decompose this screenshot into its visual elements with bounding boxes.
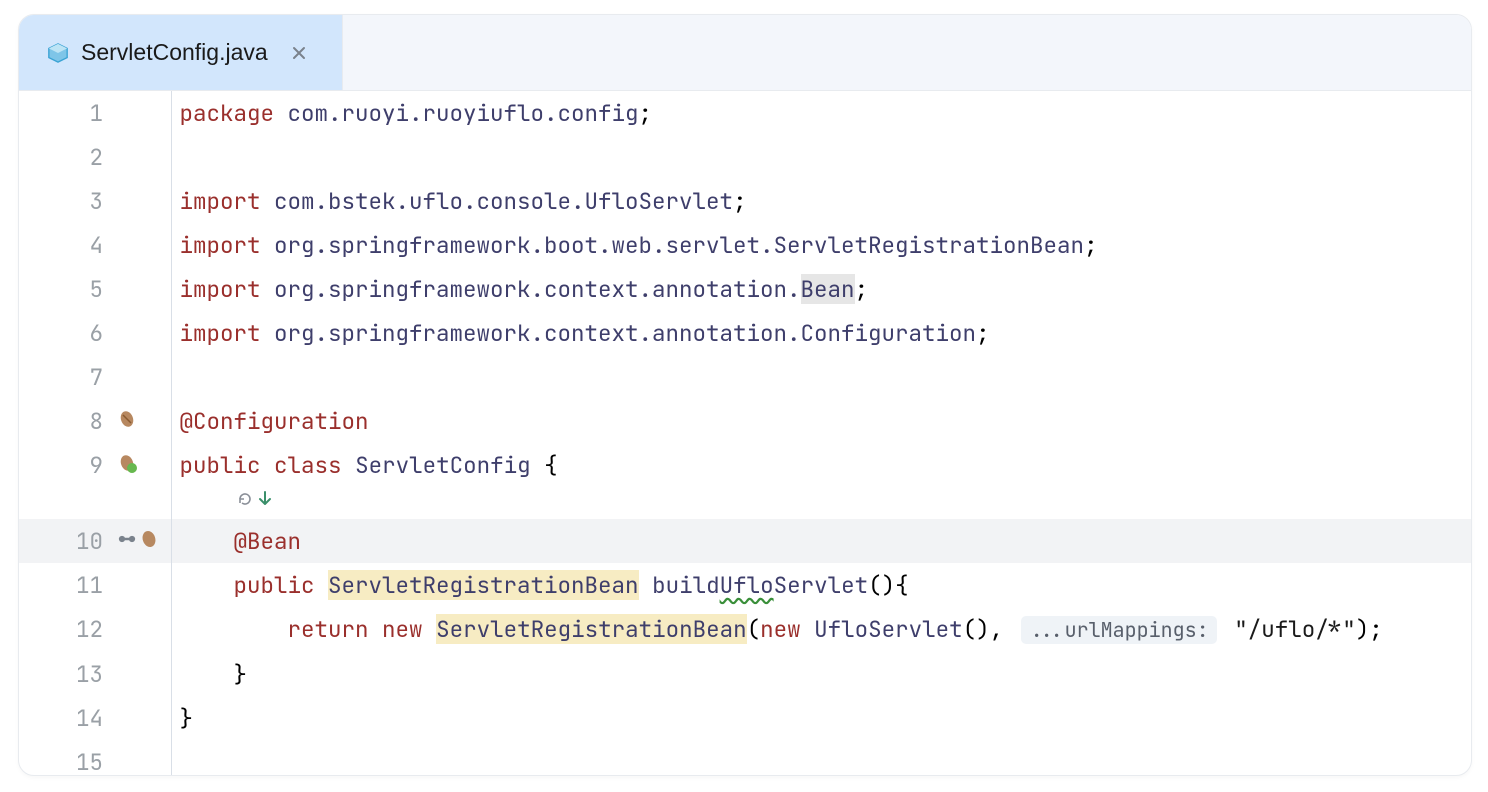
parameter-hint: ...urlMappings:: [1021, 616, 1217, 644]
override-down-icon: [256, 487, 274, 519]
code-line[interactable]: 5 import org.springframework.context.ann…: [19, 267, 1471, 311]
bean-class-icon[interactable]: [117, 409, 137, 429]
tab-close-button[interactable]: [290, 44, 308, 62]
code-line-current[interactable]: 10 @Bean: [19, 519, 1471, 563]
tab-filename: ServletConfig.java: [81, 39, 268, 66]
line-number: 1: [19, 91, 111, 135]
code-line[interactable]: 12 return new ServletRegistrationBean(ne…: [19, 607, 1471, 652]
editor-frame: ServletConfig.java 1 package com.ruoyi.r…: [18, 14, 1472, 776]
code-line[interactable]: 6 import org.springframework.context.ann…: [19, 311, 1471, 355]
code-line[interactable]: 13 }: [19, 652, 1471, 696]
code-line[interactable]: 7: [19, 355, 1471, 399]
code-line[interactable]: 4 import org.springframework.boot.web.se…: [19, 223, 1471, 267]
code-table: 1 package com.ruoyi.ruoyiuflo.config; 2 …: [19, 91, 1471, 775]
code-line[interactable]: 15: [19, 740, 1471, 775]
code-line[interactable]: 2: [19, 135, 1471, 179]
bean-method-icon[interactable]: [139, 519, 159, 563]
file-tab-active[interactable]: ServletConfig.java: [19, 15, 343, 90]
code-line[interactable]: 14 }: [19, 696, 1471, 740]
java-class-icon: [47, 42, 69, 64]
spring-autowire-icon[interactable]: [117, 519, 137, 563]
spring-bean-icon[interactable]: [117, 453, 137, 473]
tab-bar: ServletConfig.java: [19, 15, 1471, 91]
code-area[interactable]: 1 package com.ruoyi.ruoyiuflo.config; 2 …: [19, 91, 1471, 775]
inlay-hint-row: [19, 487, 1471, 519]
code-line[interactable]: 8 @Configuration: [19, 399, 1471, 443]
code-line[interactable]: 9 public class ServletConfig {: [19, 443, 1471, 487]
recursive-icon: [236, 487, 254, 519]
code-line[interactable]: 3 import com.bstek.uflo.console.UfloServ…: [19, 179, 1471, 223]
code-line[interactable]: 11 public ServletRegistrationBean buildU…: [19, 563, 1471, 607]
code-line[interactable]: 1 package com.ruoyi.ruoyiuflo.config;: [19, 91, 1471, 135]
